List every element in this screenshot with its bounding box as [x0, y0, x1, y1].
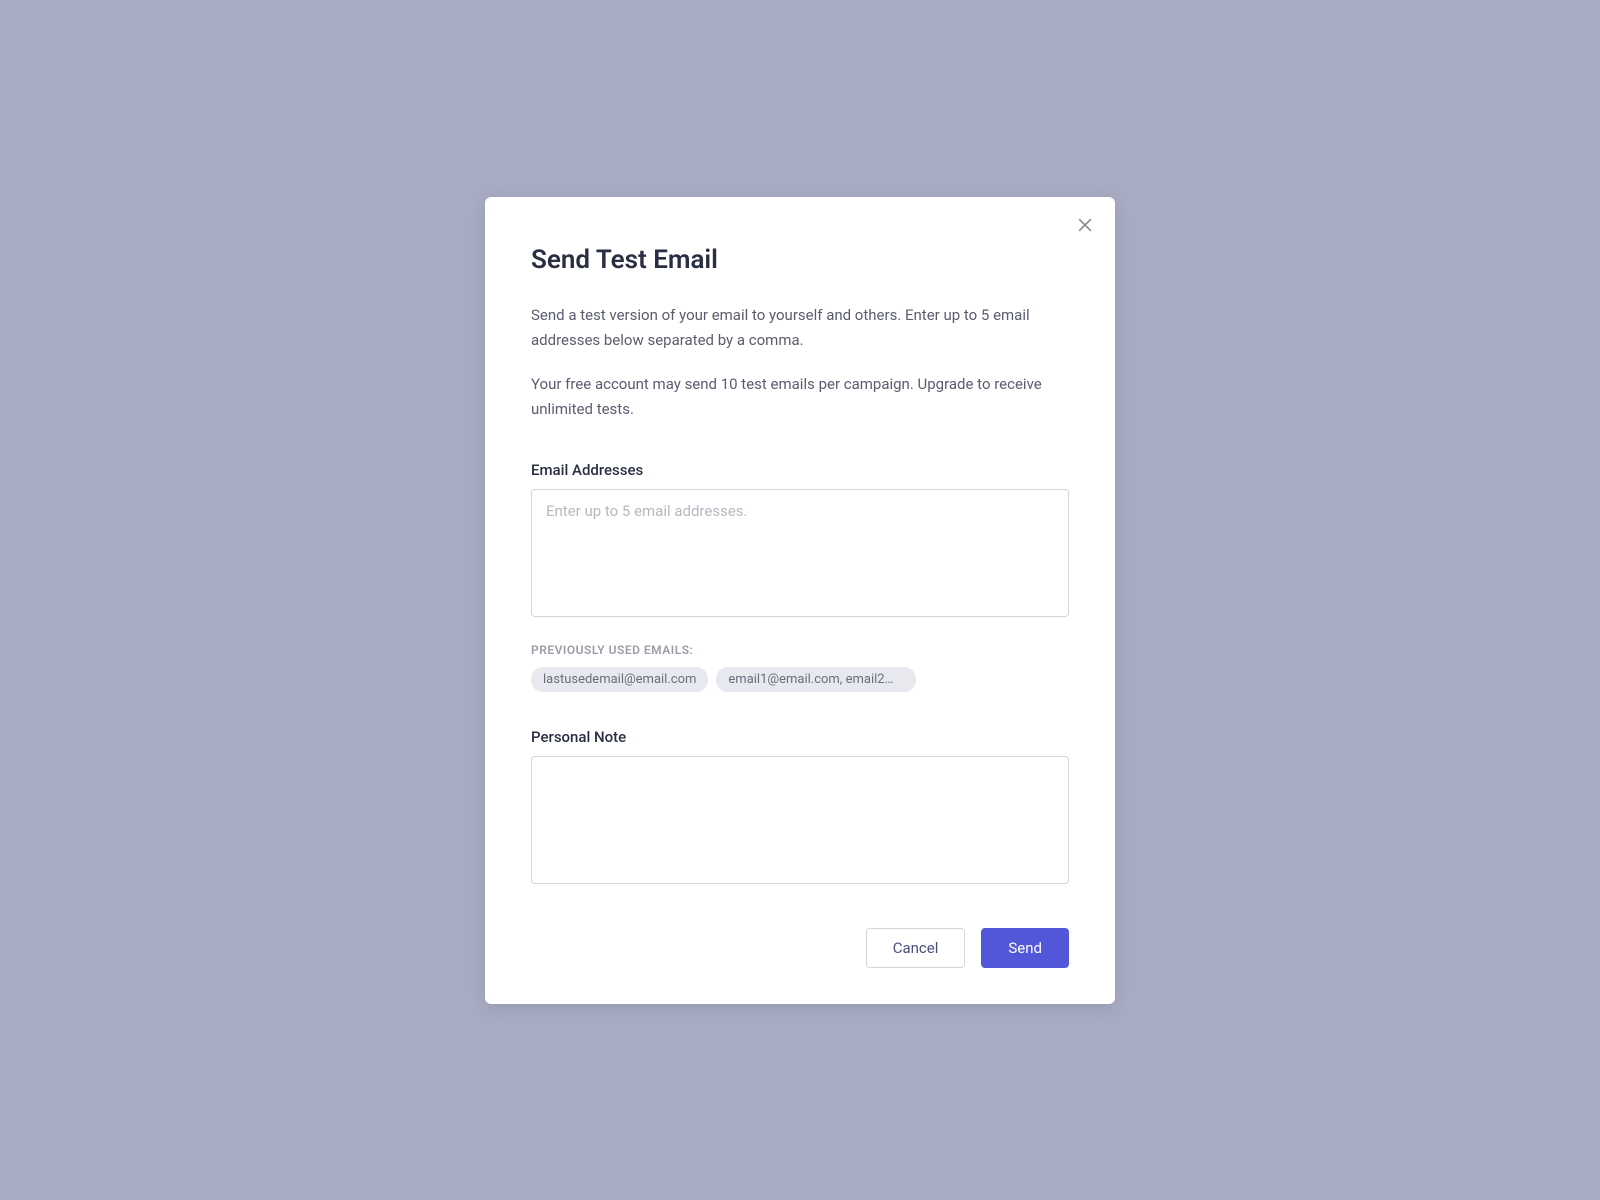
personal-note-input[interactable]: [531, 756, 1069, 884]
previously-used-label: PREVIOUSLY USED EMAILS:: [531, 643, 1069, 657]
modal-title: Send Test Email: [531, 245, 1069, 275]
close-button[interactable]: [1073, 213, 1097, 237]
cancel-button[interactable]: Cancel: [866, 928, 966, 968]
modal-description-2: Your free account may send 10 test email…: [531, 372, 1069, 423]
send-test-email-modal: Send Test Email Send a test version of y…: [485, 197, 1115, 1004]
modal-description-1: Send a test version of your email to you…: [531, 303, 1069, 354]
email-chip[interactable]: lastusedemail@email.com: [531, 667, 708, 692]
email-addresses-input[interactable]: [531, 489, 1069, 617]
email-addresses-label: Email Addresses: [531, 461, 1069, 479]
personal-note-label: Personal Note: [531, 728, 1069, 746]
close-icon: [1075, 215, 1095, 235]
modal-footer: Cancel Send: [531, 928, 1069, 968]
email-chip[interactable]: email1@email.com, email2@em…: [716, 667, 916, 692]
email-chips-container: lastusedemail@email.com email1@email.com…: [531, 667, 1069, 692]
send-button[interactable]: Send: [981, 928, 1069, 968]
